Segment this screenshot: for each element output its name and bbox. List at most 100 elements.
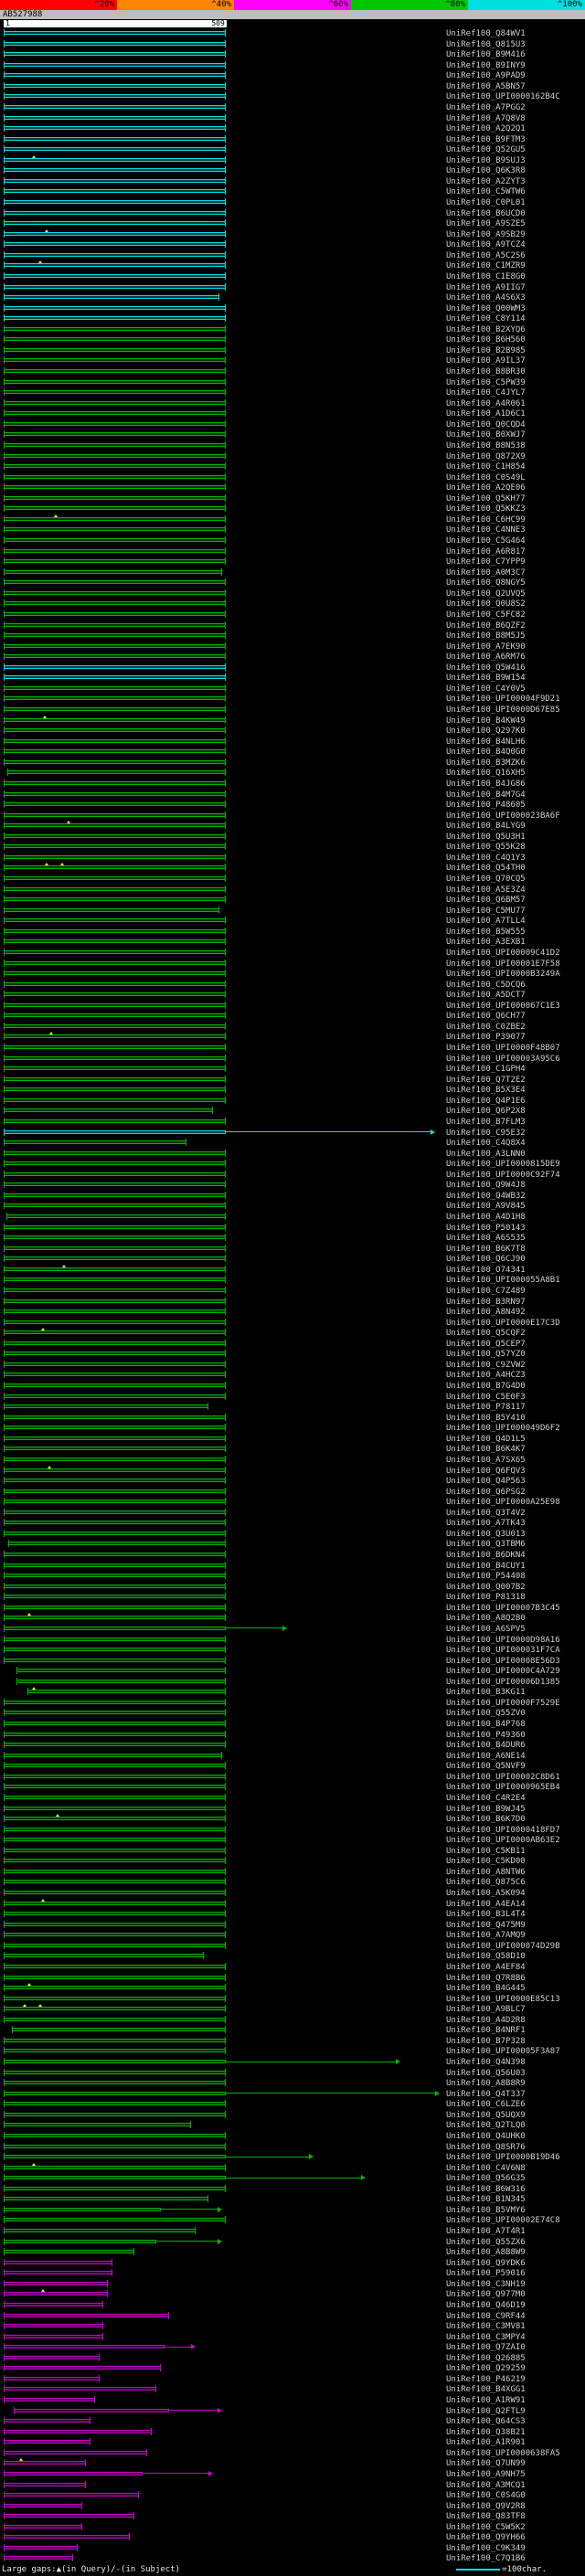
- hit-label[interactable]: UniRef100_C3MV81: [446, 2322, 526, 2331]
- hit-bar[interactable]: [4, 2471, 144, 2475]
- hit-label[interactable]: UniRef100_B4NLH6: [446, 737, 526, 747]
- hit-label[interactable]: UniRef100_B6K4K7: [446, 1445, 526, 1454]
- hit-label[interactable]: UniRef100_A2Q2Q1: [446, 124, 526, 133]
- hit-bar[interactable]: [4, 2398, 95, 2401]
- hit-bar[interactable]: [4, 928, 226, 933]
- hit-bar[interactable]: [4, 31, 226, 35]
- hit-label[interactable]: UniRef100_C0PL01: [446, 198, 526, 207]
- hit-bar[interactable]: [4, 453, 226, 458]
- hit-bar[interactable]: [4, 1129, 226, 1134]
- hit-bar[interactable]: [4, 1426, 226, 1430]
- hit-label[interactable]: UniRef100_B4CUY1: [446, 1562, 526, 1571]
- hit-bar[interactable]: [4, 611, 226, 616]
- hit-label[interactable]: UniRef100_C5FC82: [446, 610, 526, 620]
- hit-label[interactable]: UniRef100_Q2TLQ0: [446, 2121, 526, 2130]
- hit-bar[interactable]: [4, 918, 226, 923]
- hit-bar[interactable]: [4, 2524, 82, 2528]
- hit-bar[interactable]: [7, 770, 226, 775]
- hit-bar[interactable]: [4, 1806, 226, 1810]
- hit-label[interactable]: UniRef100_Q2UVQ5: [446, 589, 526, 599]
- hit-label[interactable]: UniRef100_P46219: [446, 2375, 526, 2384]
- hit-label[interactable]: UniRef100_A5DCT7: [446, 991, 526, 1000]
- hit-label[interactable]: UniRef100_Q0CQD4: [446, 420, 526, 429]
- hit-bar[interactable]: [4, 83, 226, 88]
- hit-label[interactable]: UniRef100_O74341: [446, 1266, 526, 1275]
- hit-label[interactable]: UniRef100_B4KW49: [446, 716, 526, 726]
- hit-bar[interactable]: [4, 94, 226, 99]
- hit-label[interactable]: UniRef100_C0ZBE2: [446, 1023, 526, 1032]
- hit-label[interactable]: UniRef100_Q5CQF2: [446, 1329, 526, 1338]
- hit-bar[interactable]: [4, 2514, 134, 2518]
- hit-bar[interactable]: [4, 1637, 226, 1641]
- hit-bar[interactable]: [4, 1034, 226, 1039]
- hit-bar[interactable]: [4, 263, 226, 268]
- hit-bar[interactable]: [4, 1457, 226, 1461]
- hit-label[interactable]: UniRef100_Q55ZX6: [446, 2238, 526, 2247]
- hit-label[interactable]: UniRef100_B9W154: [446, 673, 526, 683]
- hit-bar[interactable]: [4, 178, 226, 183]
- hit-label[interactable]: UniRef100_C4Q1Y3: [446, 853, 526, 863]
- hit-bar[interactable]: [4, 2345, 165, 2349]
- hit-label[interactable]: UniRef100_Q6PSG2: [446, 1488, 526, 1497]
- hit-label[interactable]: UniRef100_B4Q0G0: [446, 747, 526, 757]
- hit-bar[interactable]: [4, 580, 226, 585]
- hit-bar[interactable]: [4, 2461, 87, 2465]
- hit-bar[interactable]: [4, 1246, 226, 1250]
- hit-bar[interactable]: [4, 1500, 226, 1504]
- hit-label[interactable]: UniRef100_Q3TBM6: [446, 1540, 526, 1549]
- hit-bar[interactable]: [4, 464, 226, 469]
- hit-bar[interactable]: [4, 2133, 226, 2137]
- hit-label[interactable]: UniRef100_A7Q8V8: [446, 114, 526, 123]
- hit-bar[interactable]: [4, 400, 226, 405]
- hit-bar[interactable]: [4, 1954, 205, 1958]
- hit-label[interactable]: UniRef100_A8B8W9: [446, 2248, 526, 2257]
- hit-label[interactable]: UniRef100_B7G4D0: [446, 1382, 526, 1391]
- hit-bar[interactable]: [4, 2218, 226, 2222]
- hit-bar[interactable]: [4, 1415, 226, 1419]
- hit-label[interactable]: UniRef100_Q5U3H1: [446, 832, 526, 842]
- hit-bar[interactable]: [4, 685, 226, 690]
- hit-label[interactable]: UniRef100_Q872X9: [446, 452, 526, 461]
- hit-label[interactable]: UniRef100_Q5W416: [446, 663, 526, 673]
- hit-bar[interactable]: [4, 1975, 226, 1979]
- hit-label[interactable]: UniRef100_Q4D1L5: [446, 1435, 526, 1444]
- hit-bar[interactable]: [4, 2366, 161, 2370]
- hit-label[interactable]: UniRef100_Q5NVF9: [446, 1762, 526, 1771]
- hit-bar[interactable]: [4, 1785, 226, 1789]
- hit-label[interactable]: UniRef100_Q8NGY5: [446, 578, 526, 588]
- hit-label[interactable]: UniRef100_Q7ZAI0: [446, 2343, 526, 2352]
- hit-bar[interactable]: [4, 728, 226, 733]
- hit-bar[interactable]: [4, 2155, 226, 2159]
- hit-bar[interactable]: [4, 210, 226, 215]
- hit-label[interactable]: UniRef100_Q6FQV3: [446, 1467, 526, 1476]
- hit-label[interactable]: UniRef100_Q55ZV0: [446, 1709, 526, 1718]
- hit-label[interactable]: UniRef100_UPI00002E74C8: [446, 2216, 560, 2225]
- hit-label[interactable]: UniRef100_B0XWJ7: [446, 430, 526, 440]
- hit-bar[interactable]: [4, 1521, 226, 1525]
- hit-bar[interactable]: [4, 1859, 226, 1863]
- hit-bar[interactable]: [4, 1996, 226, 2000]
- hit-bar[interactable]: [4, 432, 226, 437]
- hit-bar[interactable]: [4, 2007, 226, 2011]
- hit-label[interactable]: UniRef100_A9IL37: [446, 356, 526, 366]
- hit-label[interactable]: UniRef100_Q7R8B6: [446, 1974, 526, 1983]
- hit-label[interactable]: UniRef100_C5WTW6: [446, 187, 526, 196]
- hit-bar[interactable]: [4, 865, 226, 870]
- hit-bar[interactable]: [4, 305, 226, 310]
- hit-bar[interactable]: [4, 1584, 226, 1588]
- hit-label[interactable]: UniRef100_UPI000067C1E3: [446, 1002, 560, 1011]
- hit-bar[interactable]: [4, 643, 226, 648]
- hit-label[interactable]: UniRef100_A7TK43: [446, 1519, 526, 1528]
- hit-bar[interactable]: [4, 2503, 82, 2507]
- hit-label[interactable]: UniRef100_Q977M0: [446, 2290, 526, 2299]
- hit-bar[interactable]: [4, 411, 226, 416]
- hit-bar[interactable]: [4, 876, 226, 880]
- hit-bar[interactable]: [4, 2049, 226, 2053]
- hit-bar[interactable]: [4, 696, 226, 701]
- hit-label[interactable]: UniRef100_Q00WM3: [446, 304, 526, 313]
- hit-bar[interactable]: [4, 1648, 226, 1652]
- hit-bar[interactable]: [4, 949, 226, 954]
- hit-bar[interactable]: [4, 2271, 113, 2275]
- hit-bar[interactable]: [4, 136, 226, 141]
- hit-label[interactable]: UniRef100_A4S6X3: [446, 293, 526, 302]
